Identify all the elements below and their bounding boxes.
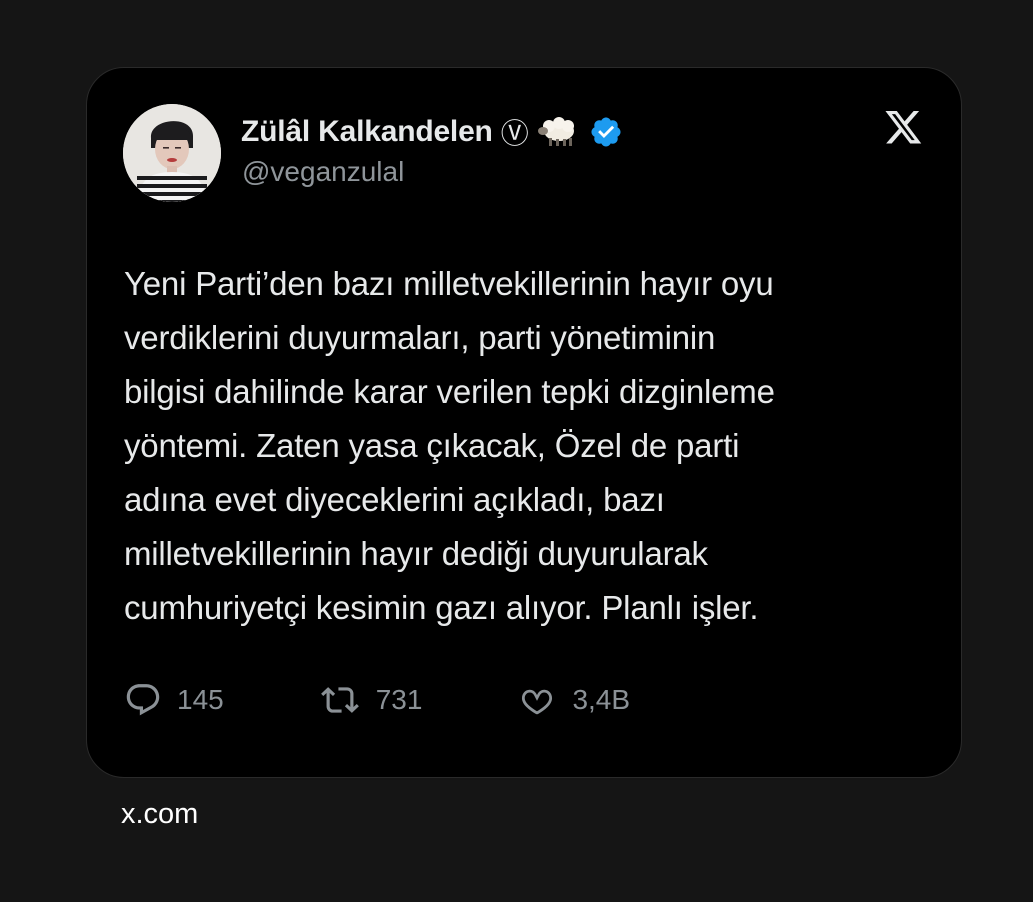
like-button[interactable]: 3,4B bbox=[516, 681, 630, 719]
tweet-actions: 145 731 3,4B bbox=[123, 680, 724, 720]
reply-icon bbox=[123, 681, 163, 719]
retweet-button[interactable]: 731 bbox=[318, 681, 423, 719]
tweet-text: Yeni Parti’den bazı milletvekillerinin h… bbox=[124, 265, 775, 626]
reply-count: 145 bbox=[177, 684, 224, 715]
name-badge: Ⓥ bbox=[500, 117, 529, 150]
verified-badge-icon[interactable] bbox=[589, 115, 623, 149]
retweet-icon bbox=[318, 681, 362, 719]
like-count: 3,4B bbox=[572, 684, 631, 715]
display-name-row: Zülâl Kalkandelen Ⓥ bbox=[241, 112, 623, 152]
avatar[interactable] bbox=[123, 104, 221, 202]
profile-photo-image bbox=[123, 104, 221, 202]
retweet-count: 731 bbox=[375, 684, 423, 715]
heart-icon bbox=[516, 681, 558, 719]
display-name[interactable]: Zülâl Kalkandelen bbox=[241, 115, 493, 149]
user-handle[interactable]: @veganzulal bbox=[242, 156, 404, 188]
x-logo-icon[interactable] bbox=[885, 110, 923, 146]
source-label[interactable]: x.com bbox=[121, 798, 198, 831]
tweet-card[interactable]: Zülâl Kalkandelen Ⓥ @veganzulal Yeni Par… bbox=[86, 67, 962, 778]
reply-button[interactable]: 145 bbox=[123, 681, 224, 719]
sheep-emoji-icon bbox=[537, 117, 581, 147]
